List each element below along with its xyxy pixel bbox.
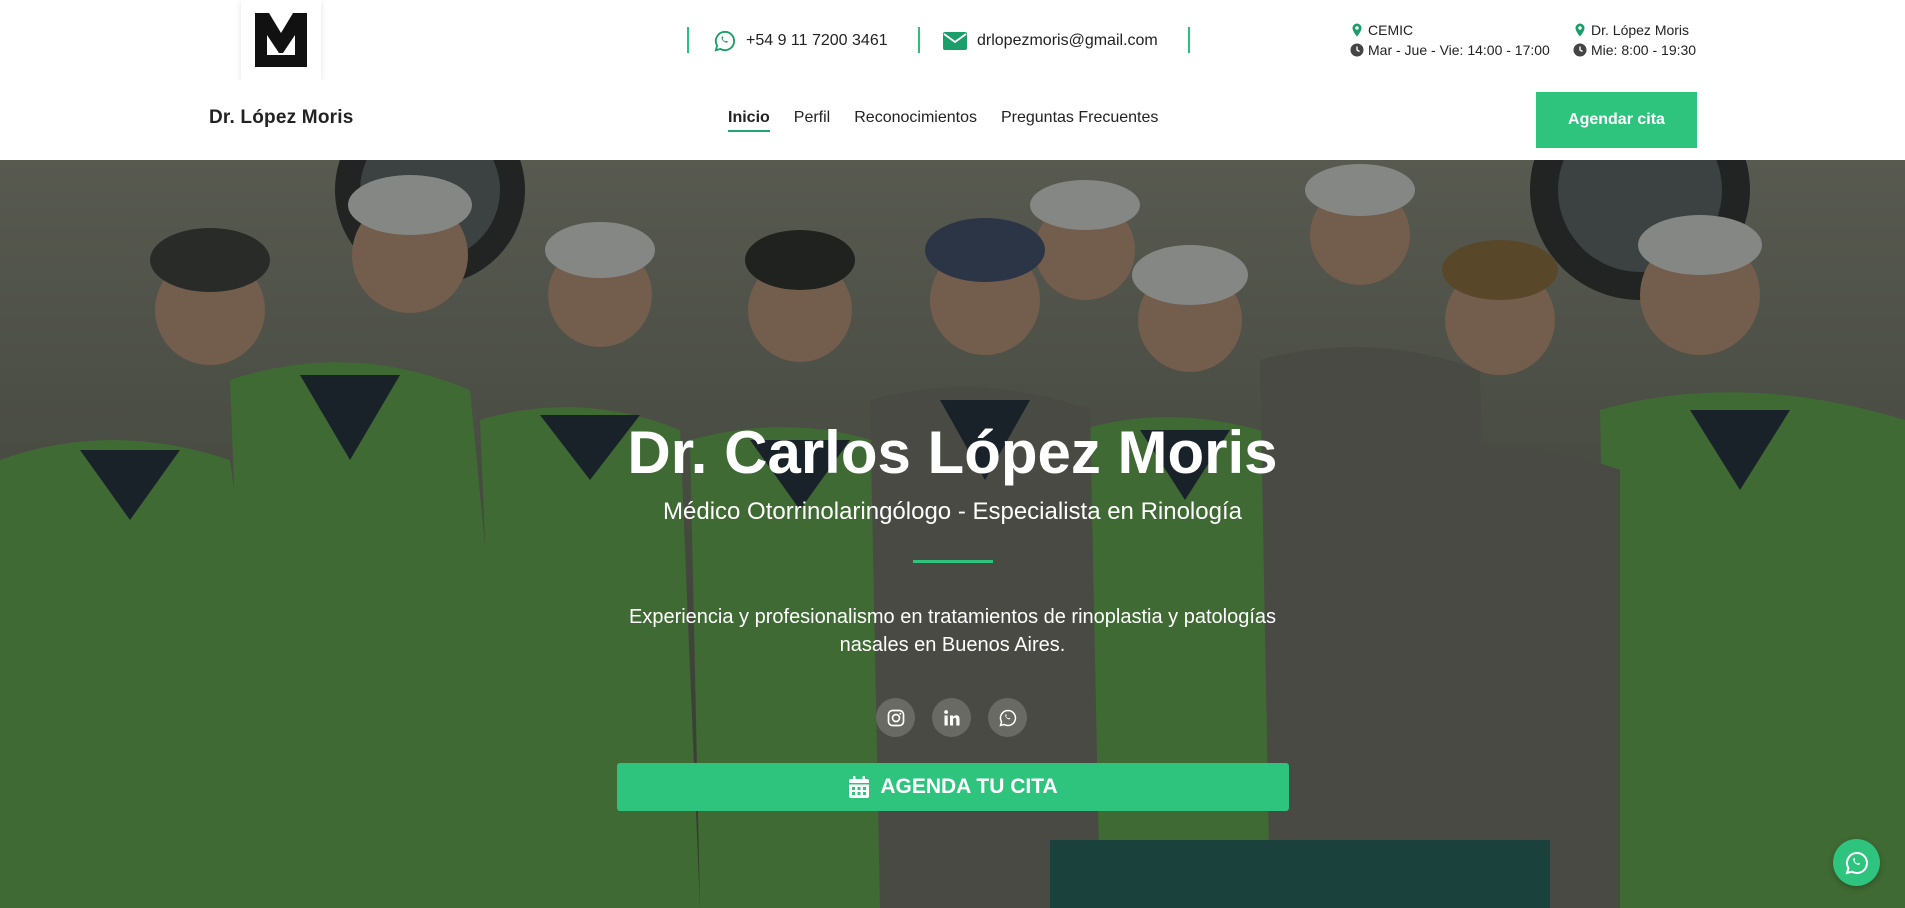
whatsapp-icon [1845, 851, 1868, 874]
nav-item-preguntas-frecuentes[interactable]: Preguntas Frecuentes [1001, 109, 1158, 132]
nav-item-perfil[interactable]: Perfil [794, 109, 830, 132]
envelope-icon [943, 32, 967, 50]
divider [1188, 27, 1190, 53]
whatsapp-link[interactable] [988, 698, 1027, 737]
brand-name[interactable]: Dr. López Moris [209, 107, 353, 129]
calendar-icon [849, 776, 870, 798]
main-nav: Inicio Perfil Reconocimientos Preguntas … [728, 109, 1158, 132]
location-hours: Mar - Jue - Vie: 14:00 - 17:00 [1368, 42, 1550, 58]
lm-logo-icon [255, 13, 307, 67]
map-pin-icon [1573, 23, 1587, 37]
location-name: Dr. López Moris [1591, 22, 1690, 38]
whatsapp-float-button[interactable] [1833, 839, 1880, 886]
map-pin-icon [1350, 23, 1364, 37]
location-name: CEMIC [1368, 22, 1414, 38]
instagram-link[interactable] [876, 698, 915, 737]
hero-divider [913, 560, 993, 563]
hero-section: Dr. Carlos López Moris Médico Otorrinola… [0, 160, 1905, 908]
email-address: drlopezmoris@gmail.com [977, 32, 1158, 49]
clock-icon [1573, 43, 1587, 57]
location-hours: Mie: 8:00 - 19:30 [1591, 42, 1697, 58]
top-bar: +54 9 11 7200 3461 drlopezmoris@gmail.co… [0, 0, 1905, 80]
divider [687, 27, 689, 53]
hero-description: Experiencia y profesionalismo en tratami… [628, 606, 1277, 656]
divider [918, 27, 920, 53]
whatsapp-icon [998, 709, 1016, 727]
site-logo[interactable] [241, 0, 321, 80]
clock-icon [1350, 43, 1364, 57]
linkedin-link[interactable] [932, 698, 971, 737]
agendar-cita-button[interactable]: Agendar cita [1536, 92, 1697, 148]
whatsapp-icon [714, 30, 736, 52]
location-office: Dr. López Moris Mie: 8:00 - 19:30 [1573, 20, 1696, 60]
nav-item-inicio[interactable]: Inicio [728, 109, 770, 132]
phone-contact[interactable]: +54 9 11 7200 3461 [714, 26, 888, 56]
location-cemic: CEMIC Mar - Jue - Vie: 14:00 - 17:00 [1350, 20, 1550, 60]
phone-number: +54 9 11 7200 3461 [746, 32, 888, 49]
linkedin-icon [943, 709, 959, 725]
nav-item-reconocimientos[interactable]: Reconocimientos [854, 109, 977, 132]
instagram-icon [887, 709, 904, 726]
hero-title: Dr. Carlos López Moris [627, 419, 1278, 486]
agenda-tu-cita-button[interactable]: AGENDA TU CITA [617, 763, 1289, 811]
hero-subtitle: Médico Otorrinolaringólogo - Especialist… [663, 498, 1242, 525]
email-contact[interactable]: drlopezmoris@gmail.com [943, 26, 1158, 56]
social-links [876, 698, 1027, 737]
agenda-tu-cita-label: AGENDA TU CITA [880, 775, 1058, 798]
